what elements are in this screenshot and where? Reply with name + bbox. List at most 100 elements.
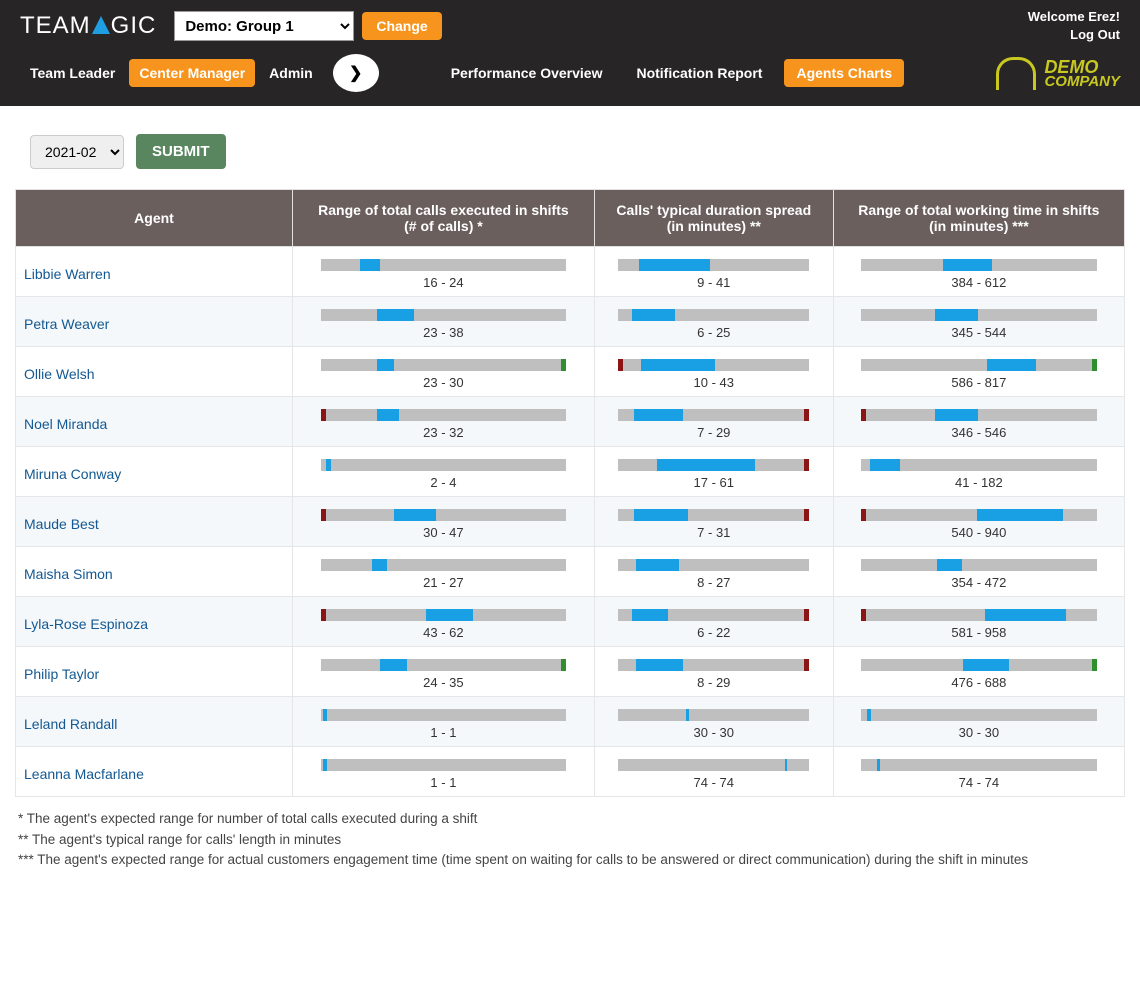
agent-name: Petra Weaver bbox=[16, 297, 293, 347]
range-label: 346 - 546 bbox=[842, 425, 1116, 440]
role-tab-team-leader[interactable]: Team Leader bbox=[20, 59, 125, 87]
agent-name: Maisha Simon bbox=[16, 547, 293, 597]
agent-name: Ollie Welsh bbox=[16, 347, 293, 397]
welcome-user-link[interactable]: Welcome Erez! bbox=[1028, 8, 1120, 26]
agent-calls-range: 30 - 47 bbox=[293, 497, 595, 547]
agent-name: Maude Best bbox=[16, 497, 293, 547]
brand-text-right: GIC bbox=[111, 12, 157, 40]
view-tab-performance-overview[interactable]: Performance Overview bbox=[439, 59, 615, 87]
brand-triangle-icon bbox=[92, 16, 110, 34]
range-label: 21 - 27 bbox=[301, 575, 586, 590]
table-row: Maisha Simon 21 - 27 8 - 27 354 - 472 bbox=[16, 547, 1125, 597]
agent-calls-range: 23 - 38 bbox=[293, 297, 595, 347]
agent-calls-range: 21 - 27 bbox=[293, 547, 595, 597]
view-tab-notification-report[interactable]: Notification Report bbox=[624, 59, 774, 87]
period-select[interactable]: 2021-02 bbox=[30, 135, 124, 169]
client-logo: DEMOCOMPANY bbox=[996, 57, 1120, 90]
range-label: 23 - 30 bbox=[301, 375, 586, 390]
agent-worktime-range: 540 - 940 bbox=[833, 497, 1124, 547]
agent-calls-range: 16 - 24 bbox=[293, 247, 595, 297]
range-bar bbox=[321, 459, 566, 471]
range-label: 30 - 30 bbox=[603, 725, 825, 740]
view-tab-agents-charts[interactable]: Agents Charts bbox=[784, 59, 904, 87]
range-bar bbox=[861, 609, 1097, 621]
range-label: 41 - 182 bbox=[842, 475, 1116, 490]
agent-worktime-range: 30 - 30 bbox=[833, 697, 1124, 747]
range-label: 8 - 27 bbox=[603, 575, 825, 590]
range-label: 9 - 41 bbox=[603, 275, 825, 290]
agent-worktime-range: 74 - 74 bbox=[833, 747, 1124, 797]
range-label: 24 - 35 bbox=[301, 675, 586, 690]
footnotes: * The agent's expected range for number … bbox=[0, 797, 1140, 900]
range-bar bbox=[618, 659, 809, 671]
group-select[interactable]: Demo: Group 1 bbox=[174, 11, 354, 41]
agent-duration-range: 30 - 30 bbox=[594, 697, 833, 747]
role-tab-center-manager[interactable]: Center Manager bbox=[129, 59, 255, 87]
role-tabs: Team LeaderCenter ManagerAdmin ❯ bbox=[20, 54, 379, 92]
logout-link[interactable]: Log Out bbox=[1028, 26, 1120, 44]
range-label: 540 - 940 bbox=[842, 525, 1116, 540]
range-label: 7 - 29 bbox=[603, 425, 825, 440]
submit-button[interactable]: SUBMIT bbox=[136, 134, 226, 169]
chevron-right-icon[interactable]: ❯ bbox=[333, 54, 379, 92]
range-bar bbox=[321, 659, 566, 671]
range-bar bbox=[321, 609, 566, 621]
agent-duration-range: 7 - 31 bbox=[594, 497, 833, 547]
table-row: Ollie Welsh 23 - 30 10 - 43 586 - 817 bbox=[16, 347, 1125, 397]
agent-worktime-range: 354 - 472 bbox=[833, 547, 1124, 597]
agent-duration-range: 8 - 27 bbox=[594, 547, 833, 597]
agent-name: Noel Miranda bbox=[16, 397, 293, 447]
range-bar bbox=[861, 409, 1097, 421]
headset-icon bbox=[996, 57, 1036, 90]
range-bar bbox=[321, 509, 566, 521]
agent-duration-range: 7 - 29 bbox=[594, 397, 833, 447]
range-label: 74 - 74 bbox=[603, 775, 825, 790]
range-bar bbox=[321, 559, 566, 571]
range-bar bbox=[861, 759, 1097, 771]
agent-duration-range: 74 - 74 bbox=[594, 747, 833, 797]
footnote-line: *** The agent's expected range for actua… bbox=[18, 850, 1122, 870]
agent-duration-range: 10 - 43 bbox=[594, 347, 833, 397]
table-row: Leland Randall1 - 1 30 - 30 30 - 30 bbox=[16, 697, 1125, 747]
agent-duration-range: 6 - 25 bbox=[594, 297, 833, 347]
agent-name: Leanna Macfarlane bbox=[16, 747, 293, 797]
range-bar bbox=[321, 709, 566, 721]
range-bar bbox=[861, 509, 1097, 521]
agent-calls-range: 1 - 1 bbox=[293, 697, 595, 747]
agent-calls-range: 23 - 30 bbox=[293, 347, 595, 397]
range-label: 43 - 62 bbox=[301, 625, 586, 640]
range-label: 30 - 47 bbox=[301, 525, 586, 540]
range-bar bbox=[618, 309, 809, 321]
change-button[interactable]: Change bbox=[362, 12, 441, 40]
range-bar bbox=[618, 359, 809, 371]
range-bar bbox=[618, 759, 809, 771]
footnote-line: ** The agent's typical range for calls' … bbox=[18, 830, 1122, 850]
agent-calls-range: 2 - 4 bbox=[293, 447, 595, 497]
range-label: 23 - 32 bbox=[301, 425, 586, 440]
agent-worktime-range: 346 - 546 bbox=[833, 397, 1124, 447]
range-bar bbox=[861, 709, 1097, 721]
agent-duration-range: 6 - 22 bbox=[594, 597, 833, 647]
range-label: 354 - 472 bbox=[842, 575, 1116, 590]
range-bar bbox=[321, 409, 566, 421]
agent-calls-range: 23 - 32 bbox=[293, 397, 595, 447]
agent-name: Lyla-Rose Espinoza bbox=[16, 597, 293, 647]
role-tab-admin[interactable]: Admin bbox=[259, 59, 323, 87]
table-row: Miruna Conway2 - 417 - 6141 - 182 bbox=[16, 447, 1125, 497]
agent-name: Leland Randall bbox=[16, 697, 293, 747]
agent-name: Miruna Conway bbox=[16, 447, 293, 497]
range-label: 384 - 612 bbox=[842, 275, 1116, 290]
range-bar bbox=[618, 709, 809, 721]
range-bar bbox=[321, 759, 566, 771]
range-label: 23 - 38 bbox=[301, 325, 586, 340]
range-bar bbox=[861, 559, 1097, 571]
range-label: 10 - 43 bbox=[603, 375, 825, 390]
table-row: Lyla-Rose Espinoza 43 - 62 6 - 22 581 - 958 bbox=[16, 597, 1125, 647]
agent-worktime-range: 345 - 544 bbox=[833, 297, 1124, 347]
th-worktime: Range of total working time in shifts(in… bbox=[833, 190, 1124, 247]
agent-calls-range: 24 - 35 bbox=[293, 647, 595, 697]
range-label: 581 - 958 bbox=[842, 625, 1116, 640]
th-duration: Calls' typical duration spread(in minute… bbox=[594, 190, 833, 247]
agent-worktime-range: 586 - 817 bbox=[833, 347, 1124, 397]
range-bar bbox=[861, 359, 1097, 371]
